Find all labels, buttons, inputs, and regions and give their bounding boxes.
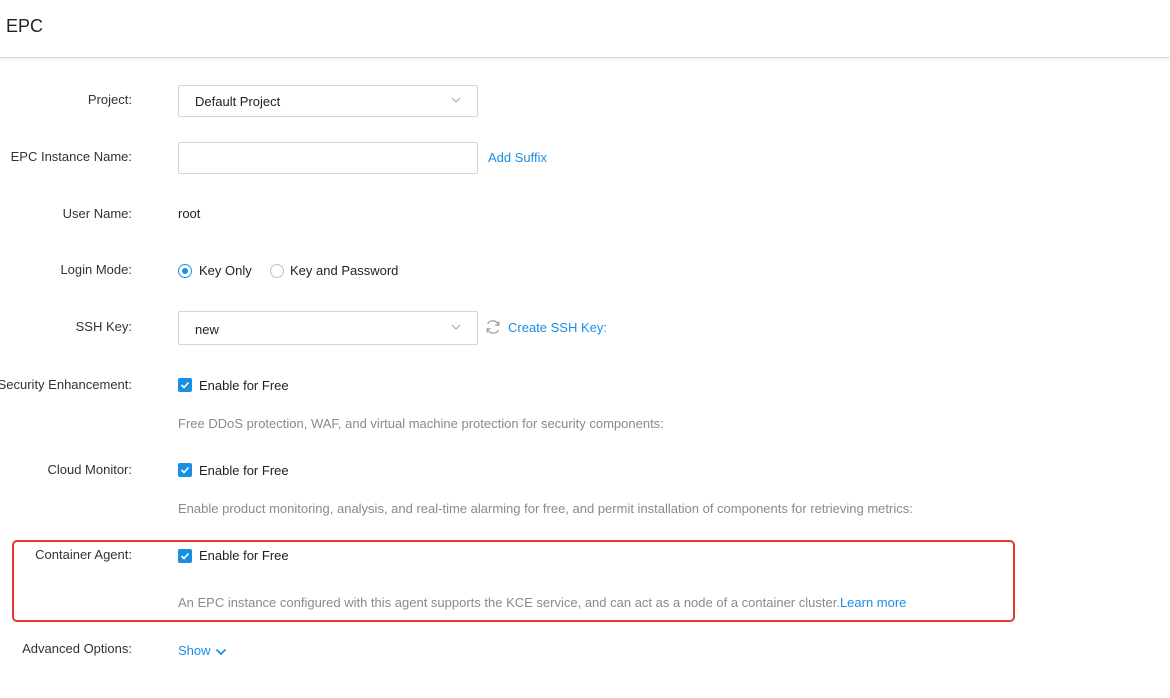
ssh-key-select-value: new xyxy=(195,322,219,337)
checkmark-icon xyxy=(180,466,190,474)
security-enhancement-checkbox-label[interactable]: Enable for Free xyxy=(199,378,289,393)
checkmark-icon xyxy=(180,552,190,560)
checkmark-icon xyxy=(180,381,190,389)
cloud-monitor-checkbox-label[interactable]: Enable for Free xyxy=(199,463,289,478)
container-agent-checkbox[interactable] xyxy=(178,549,192,563)
security-enhancement-label: Security Enhancement: xyxy=(0,377,132,392)
radio-key-only-label[interactable]: Key Only xyxy=(199,263,252,278)
instance-name-label: EPC Instance Name: xyxy=(10,149,132,164)
container-agent-label: Container Agent: xyxy=(35,547,132,562)
advanced-options-label: Advanced Options: xyxy=(22,641,132,656)
page-title: EPC xyxy=(6,16,44,36)
radio-key-only[interactable] xyxy=(178,264,192,278)
ssh-key-label: SSH Key: xyxy=(75,319,132,334)
project-select-value: Default Project xyxy=(195,94,281,109)
cloud-monitor-description: Enable product monitoring, analysis, and… xyxy=(178,501,913,516)
security-enhancement-checkbox[interactable] xyxy=(178,378,192,392)
cloud-monitor-checkbox[interactable] xyxy=(178,463,192,477)
chevron-down-icon xyxy=(451,97,461,103)
radio-key-and-password-label[interactable]: Key and Password xyxy=(290,263,398,278)
container-agent-checkbox-label[interactable]: Enable for Free xyxy=(199,548,289,563)
show-toggle-label: Show xyxy=(178,643,211,658)
advanced-options-show-toggle[interactable]: Show xyxy=(178,643,227,658)
add-suffix-link[interactable]: Add Suffix xyxy=(488,150,547,165)
page-header: EPC xyxy=(0,0,1170,58)
user-name-label: User Name: xyxy=(62,206,132,221)
cloud-monitor-label: Cloud Monitor: xyxy=(47,462,132,477)
chevron-down-icon xyxy=(216,648,227,655)
learn-more-link[interactable]: Learn more xyxy=(840,595,906,610)
security-enhancement-description: Free DDoS protection, WAF, and virtual m… xyxy=(178,416,664,431)
project-label: Project: xyxy=(87,92,132,107)
radio-key-and-password[interactable] xyxy=(270,264,284,278)
project-select[interactable]: Default Project xyxy=(178,85,478,117)
login-mode-label: Login Mode: xyxy=(60,262,132,277)
container-agent-description: An EPC instance configured with this age… xyxy=(178,595,906,610)
instance-name-input[interactable] xyxy=(178,142,478,174)
container-agent-description-text: An EPC instance configured with this age… xyxy=(178,595,840,610)
user-name-value: root xyxy=(178,206,201,221)
ssh-key-select[interactable]: new xyxy=(178,311,478,345)
create-ssh-key-link[interactable]: Create SSH Key: xyxy=(508,320,607,335)
chevron-down-icon xyxy=(451,324,461,330)
refresh-icon[interactable] xyxy=(484,318,502,336)
